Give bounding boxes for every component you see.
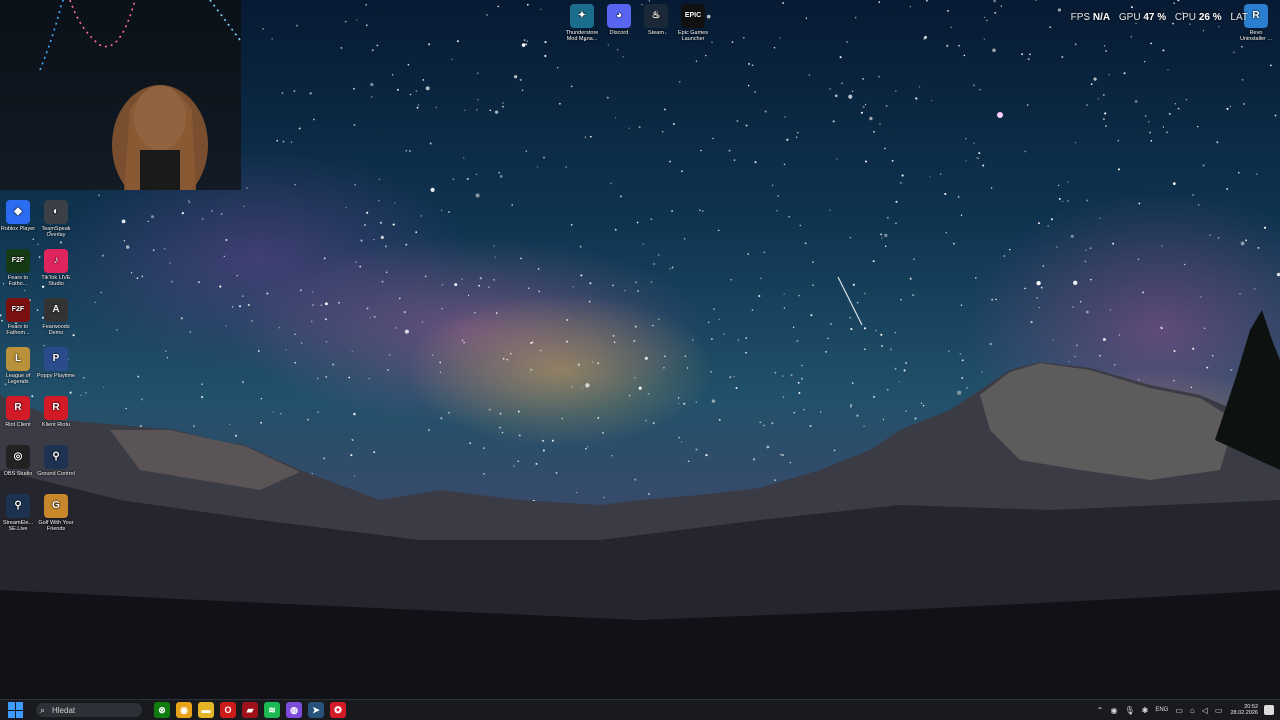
desktop-icon-label: Discord xyxy=(609,30,629,36)
network-icon[interactable]: ⌂ xyxy=(1190,706,1195,715)
chrome-icon[interactable]: ◉ xyxy=(176,702,192,718)
fearwoods-demo-icon: A xyxy=(44,298,68,322)
fears-to-fathom-2-icon: F2F xyxy=(6,298,30,322)
search-placeholder: Hledat xyxy=(52,705,76,715)
xbox-icon[interactable]: ⊗ xyxy=(154,702,170,718)
webcam-overlay xyxy=(0,0,241,190)
epic-games-launcher-icon: EPIC xyxy=(681,4,705,28)
desktop-icon-epic-games-launcher[interactable]: EPIC Epic Games Launcher xyxy=(673,4,713,42)
discord-icon: ◕ xyxy=(607,4,631,28)
fps-label: FPS xyxy=(1070,12,1091,23)
desktop-icon-label: Thunderstore Mod Mana... xyxy=(565,30,599,42)
desktop-icon-poppy-playtime[interactable]: P Poppy Playtime xyxy=(36,347,76,379)
desktop-icon-riot-client[interactable]: R Riot Client xyxy=(0,396,38,428)
battery-icon[interactable]: ▭ xyxy=(1215,706,1223,715)
thunderstore-mod-manager-icon: ✦ xyxy=(570,4,594,28)
roblox-player-icon: ◆ xyxy=(6,200,30,224)
desktop-icon-teamspeak-overlay[interactable]: ◐ TeamSpeak Overlay xyxy=(36,200,76,238)
desktop-icon-label: Epic Games Launcher xyxy=(678,30,708,42)
fps-value: N/A xyxy=(1092,12,1111,23)
taskbar-pinned-apps: ⊗ ◉ ▬ O ▰ ≋ ◍ ➤ ✪ xyxy=(148,702,346,718)
desktop-icon-obs-studio[interactable]: ◎ OBS Studio xyxy=(0,445,38,477)
desktop-icon-label: Roblox Player xyxy=(0,226,36,232)
riot-client-icon: R xyxy=(6,396,30,420)
chat-app-icon[interactable]: ◍ xyxy=(286,702,302,718)
ground-control-icon: ⚲ xyxy=(44,445,68,469)
desktop-icon-label: TeamSpeak Overlay xyxy=(41,226,71,238)
red-app-icon[interactable]: ▰ xyxy=(242,702,258,718)
notification-icon[interactable] xyxy=(1264,705,1274,715)
lat-label: LAT xyxy=(1230,12,1248,23)
golf-with-your-friends-icon: G xyxy=(44,494,68,518)
taskbar: ⌕ Hledat ⊗ ◉ ▬ O ▰ ≋ ◍ ➤ ✪ ⌃ ◉ 🎙 ✱ ENG ▭ ⌂ ◁ ▭ 2… xyxy=(0,699,1280,720)
desktop-icon-label: Ground Control xyxy=(37,471,75,477)
desktop-icon-golf-with-your-friends[interactable]: G Golf With Your Friends xyxy=(36,494,76,532)
riot-taskbar-icon[interactable]: ✪ xyxy=(330,702,346,718)
cpu-label: CPU xyxy=(1174,12,1197,23)
opera-icon[interactable]: O xyxy=(220,702,236,718)
clock[interactable]: 20:52 28.02.2026 xyxy=(1230,704,1258,717)
desktop-icon-label: OBS Studio xyxy=(3,471,33,477)
desktop-icon-label: Klient Riotu xyxy=(41,422,71,428)
steam-taskbar-icon[interactable]: ➤ xyxy=(308,702,324,718)
desktop-icon-label: Fears to Fathom... xyxy=(6,324,30,336)
fears-to-fathom-1-icon: F2F xyxy=(6,249,30,273)
desktop-icon-thunderstore-mod-manager[interactable]: ✦ Thunderstore Mod Mana... xyxy=(562,4,602,42)
league-of-legends-icon: L xyxy=(6,347,30,371)
file-explorer-icon[interactable]: ▬ xyxy=(198,702,214,718)
gpu-label: GPU xyxy=(1118,12,1141,23)
system-tray: ⌃ ◉ 🎙 ✱ ENG ▭ ⌂ ◁ ▭ 20:52 28.02.2026 xyxy=(1090,704,1280,717)
bluetooth-icon[interactable]: ✱ xyxy=(1142,706,1149,715)
desktop-icon-fearwoods-demo[interactable]: A Fearwoods Demo xyxy=(36,298,76,336)
streamelements-selive-icon: ⚲ xyxy=(6,494,30,518)
desktop-icon-label: StreamEle... SE.Live xyxy=(2,520,34,532)
desktop-icon-league-of-legends[interactable]: L League of Legends xyxy=(0,347,38,385)
desktop-icon-roblox-player[interactable]: ◆ Roblox Player xyxy=(0,200,38,232)
desktop-icon-revo-uninstaller[interactable]: R Revo Uninstaller ... xyxy=(1236,4,1276,42)
desktop-icon-tiktok-live-studio[interactable]: ♪ TikTok LIVE Studio xyxy=(36,249,76,287)
performance-overlay: FPS N/A GPU 47 % CPU 26 % LAT xyxy=(1065,12,1248,23)
start-button[interactable] xyxy=(8,702,24,718)
monitor-icon[interactable]: ▭ xyxy=(1175,706,1183,715)
desktop-icon-label: Steam xyxy=(648,30,664,36)
desktop-icon-klient-riotu[interactable]: R Klient Riotu xyxy=(36,396,76,428)
desktop-icon-label: League of Legends xyxy=(5,373,31,385)
spotify-icon[interactable]: ≋ xyxy=(264,702,280,718)
desktop-icon-fears-to-fathom-2[interactable]: F2F Fears to Fathom... xyxy=(0,298,38,336)
cpu-value: 26 % xyxy=(1198,12,1222,23)
chevron-up-icon[interactable]: ⌃ xyxy=(1097,706,1104,715)
desktop-icon-fears-to-fathom-1[interactable]: F2F Fears to Fatho... xyxy=(0,249,38,287)
tiktok-live-studio-icon: ♪ xyxy=(44,249,68,273)
clock-date: 28.02.2026 xyxy=(1230,710,1258,716)
windows-logo-icon xyxy=(8,702,15,710)
steam-icon: ♨ xyxy=(644,4,668,28)
tray-app-icon[interactable]: ◉ xyxy=(1110,706,1117,715)
desktop-icon-label: Fearwoods Demo xyxy=(42,324,70,336)
microphone-icon[interactable]: 🎙 xyxy=(1124,706,1134,715)
desktop-icon-label: Riot Client xyxy=(5,422,31,428)
teamspeak-overlay-icon: ◐ xyxy=(44,200,68,224)
poppy-playtime-icon: P xyxy=(44,347,68,371)
volume-icon[interactable]: ◁ xyxy=(1202,706,1208,715)
desktop-icon-label: Revo Uninstaller ... xyxy=(1239,30,1273,42)
taskbar-search-box[interactable]: ⌕ Hledat xyxy=(36,703,142,717)
language-indicator[interactable]: ENG xyxy=(1155,707,1168,713)
desktop-icon-discord[interactable]: ◕ Discord xyxy=(599,4,639,36)
desktop-icon-label: Golf With Your Friends xyxy=(38,520,74,532)
desktop-icon-streamelements-selive[interactable]: ⚲ StreamEle... SE.Live xyxy=(0,494,38,532)
gpu-value: 47 % xyxy=(1143,12,1167,23)
desktop-icon-label: Poppy Playtime xyxy=(36,373,76,379)
desktop-icon-ground-control[interactable]: ⚲ Ground Control xyxy=(36,445,76,477)
obs-studio-icon: ◎ xyxy=(6,445,30,469)
desktop-icon-label: TikTok LIVE Studio xyxy=(41,275,71,287)
desktop-icon-label: Fears to Fatho... xyxy=(7,275,29,287)
desktop-icon-steam[interactable]: ♨ Steam xyxy=(636,4,676,36)
search-icon: ⌕ xyxy=(40,704,46,715)
klient-riotu-icon: R xyxy=(44,396,68,420)
